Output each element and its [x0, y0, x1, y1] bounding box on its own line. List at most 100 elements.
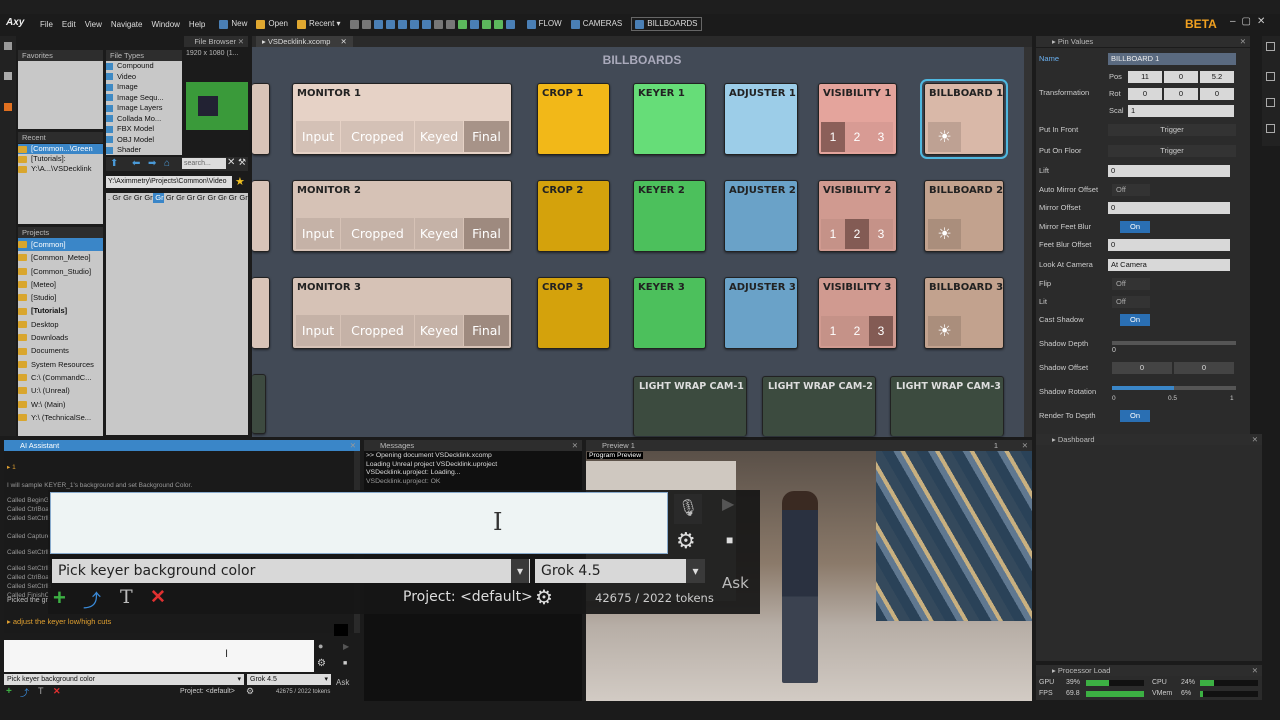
play-icon[interactable]: ▶ — [722, 494, 734, 514]
file-row[interactable]: Green_Lim_Medium.mp41920 x 10... — [174, 193, 185, 203]
rot-z-input[interactable]: 0 — [1200, 88, 1234, 100]
mic-icon[interactable]: 🎙 — [674, 494, 702, 524]
home-icon[interactable]: ⌂ — [164, 158, 170, 169]
project-item[interactable]: [Studio] — [18, 291, 103, 304]
billboard-node[interactable]: BILLBOARD 3 ☀ — [924, 277, 1004, 349]
project-item[interactable]: Y:\ (TechnicalSe... — [18, 411, 103, 424]
search-clear-icon[interactable]: ✕ — [227, 157, 235, 168]
ask-button-small[interactable]: Ask — [336, 678, 349, 687]
monitor-pin-cropped[interactable]: Cropped — [341, 218, 414, 249]
filetype-item[interactable]: Image Layers — [106, 103, 182, 114]
shadow-offset-y[interactable]: 0 — [1174, 362, 1234, 374]
file-row[interactable]: Green_Bisa_Medium.mp41920 x 10... — [121, 193, 132, 203]
branch-icon-small[interactable]: ⤴ — [20, 686, 29, 699]
keyer-node[interactable]: KEYER 3 — [633, 277, 706, 349]
branch-icon[interactable]: ⤴ — [83, 587, 101, 613]
project-item[interactable]: [Common_Studio] — [18, 265, 103, 278]
monitor-pin-keyed[interactable]: Keyed — [415, 218, 463, 249]
project-item[interactable]: [Common] — [18, 238, 103, 252]
monitor-pin-final[interactable]: Final — [464, 218, 509, 249]
toolbar-icons[interactable] — [349, 19, 518, 29]
visibility-node[interactable]: VISIBILITY 3 123 — [818, 277, 897, 349]
open-button[interactable]: Open — [256, 19, 288, 29]
add-icon[interactable]: + — [53, 585, 66, 611]
color-swatch[interactable] — [334, 624, 348, 636]
file-row[interactable]: Green_Karim_Demonstrate.mp419... — [132, 193, 143, 203]
project-item[interactable]: Downloads — [18, 331, 103, 344]
pos-z-input[interactable]: 5.2 — [1200, 71, 1234, 83]
monitor-pin-cropped[interactable]: Cropped — [341, 121, 414, 152]
gear-icon[interactable]: ⚙ — [676, 528, 696, 554]
monitor-pin-input[interactable]: Input — [296, 315, 340, 346]
menu-help[interactable]: Help — [189, 20, 205, 29]
filetype-item[interactable]: Video — [106, 72, 182, 83]
visibility-option-1[interactable]: 1 — [821, 122, 845, 152]
look-at-camera-select[interactable]: At Camera — [1108, 259, 1230, 271]
project-item[interactable]: System Resources — [18, 358, 103, 371]
nav-up-icon[interactable]: ⬆ — [110, 158, 118, 169]
visibility-option-2[interactable]: 2 — [845, 122, 869, 152]
rot-x-input[interactable]: 0 — [1128, 88, 1162, 100]
monitor-pin-final[interactable]: Final — [464, 315, 509, 346]
keyer-node[interactable]: KEYER 2 — [633, 180, 706, 252]
filetype-item[interactable]: Compound — [106, 61, 182, 72]
light-bulb-icon[interactable]: ☀ — [928, 316, 961, 346]
recent-item[interactable]: [Tutorials]: — [18, 154, 103, 164]
text-icon-small[interactable]: T — [38, 686, 44, 696]
new-button[interactable]: New — [219, 19, 247, 29]
ai-input-small[interactable] — [4, 640, 314, 672]
project-item[interactable]: U:\ (Unreal) — [18, 384, 103, 397]
file-row[interactable]: Green_Nora_Medium.mp41920 x 10... — [227, 193, 238, 203]
file-row[interactable]: Green_Karim_Medium.mp41920 x 10... — [142, 193, 153, 203]
crop-node[interactable]: CROP 3 — [537, 277, 610, 349]
project-item[interactable]: [Tutorials] — [18, 304, 103, 317]
browser-search-input[interactable]: search... — [182, 158, 226, 169]
favorite-star-icon[interactable]: ★ — [235, 175, 245, 188]
pos-x-input[interactable]: 11 — [1128, 71, 1162, 83]
visibility-option-3[interactable]: 3 — [869, 219, 893, 249]
video-thumbnail[interactable] — [186, 82, 248, 130]
file-row[interactable]: Green_Nora_Notes.mp41920 x 108... — [237, 193, 248, 203]
billboard-node[interactable]: BILLBOARD 1 ☀ — [920, 79, 1008, 159]
project-item[interactable]: C:\ (CommandC... — [18, 371, 103, 384]
offscreen-node[interactable] — [252, 374, 266, 434]
pos-y-input[interactable]: 0 — [1164, 71, 1198, 83]
visibility-node[interactable]: VISIBILITY 2 123 — [818, 180, 897, 252]
pin-side-icon[interactable] — [1266, 42, 1275, 51]
file-row[interactable]: Green_Bisa_Demonstrate_Notes.mp4 — [110, 193, 121, 203]
recent-button[interactable]: Recent ▾ — [296, 19, 341, 29]
project-item[interactable]: [Meteo] — [18, 278, 103, 291]
scale-input[interactable]: 1 — [1128, 105, 1234, 117]
visibility-option-1[interactable]: 1 — [821, 219, 845, 249]
stop-icon[interactable]: ■ — [726, 533, 733, 547]
rot-y-input[interactable]: 0 — [1164, 88, 1198, 100]
delete-icon[interactable]: ✕ — [150, 586, 166, 609]
monitor-node[interactable]: MONITOR 1 Input Cropped Keyed Final — [292, 83, 512, 155]
browser-path[interactable]: Y:\Aximmetry\Projects\Common\Video — [106, 176, 232, 188]
menu-navigate[interactable]: Navigate — [111, 20, 143, 29]
monitor-pin-keyed[interactable]: Keyed — [415, 315, 463, 346]
menu-view[interactable]: View — [85, 20, 102, 29]
project-gear-icon[interactable]: ⚙ — [535, 585, 553, 610]
project-item[interactable]: [Common_Meteo] — [18, 251, 103, 264]
crop-node[interactable]: CROP 1 — [537, 83, 610, 155]
cameras-tab[interactable]: CAMERAS — [570, 19, 622, 29]
project-gear-icon-small[interactable]: ⚙ — [246, 686, 254, 697]
billboards-tab[interactable]: BILLBOARDS — [631, 17, 702, 31]
gear-icon-small[interactable]: ⚙ — [317, 658, 326, 669]
mirror-offset-input[interactable]: 0 — [1108, 202, 1230, 214]
pin-side-icon[interactable] — [1266, 98, 1275, 107]
monitor-node[interactable]: MONITOR 3 Input Cropped Keyed Final — [292, 277, 512, 349]
file-row[interactable]: Green_Nora_Demonstrate.mp4192... — [216, 193, 227, 203]
project-item[interactable]: Documents — [18, 344, 103, 357]
visibility-option-2[interactable]: 2 — [845, 316, 869, 346]
cast-shadow-toggle[interactable]: On — [1120, 314, 1150, 326]
strip-icon-2[interactable] — [4, 72, 12, 80]
monitor-node[interactable]: MONITOR 2 Input Cropped Keyed Final — [292, 180, 512, 252]
file-row[interactable]: Green_Nils_Demonstrate_Notes.mp4 — [195, 193, 206, 203]
offscreen-node[interactable] — [252, 83, 270, 155]
visibility-node[interactable]: VISIBILITY 1 123 — [818, 83, 897, 155]
wrench-icon[interactable]: ⚒ — [238, 157, 246, 168]
filetype-item[interactable]: Collada Mo... — [106, 114, 182, 125]
strip-icon-3[interactable] — [4, 103, 12, 111]
